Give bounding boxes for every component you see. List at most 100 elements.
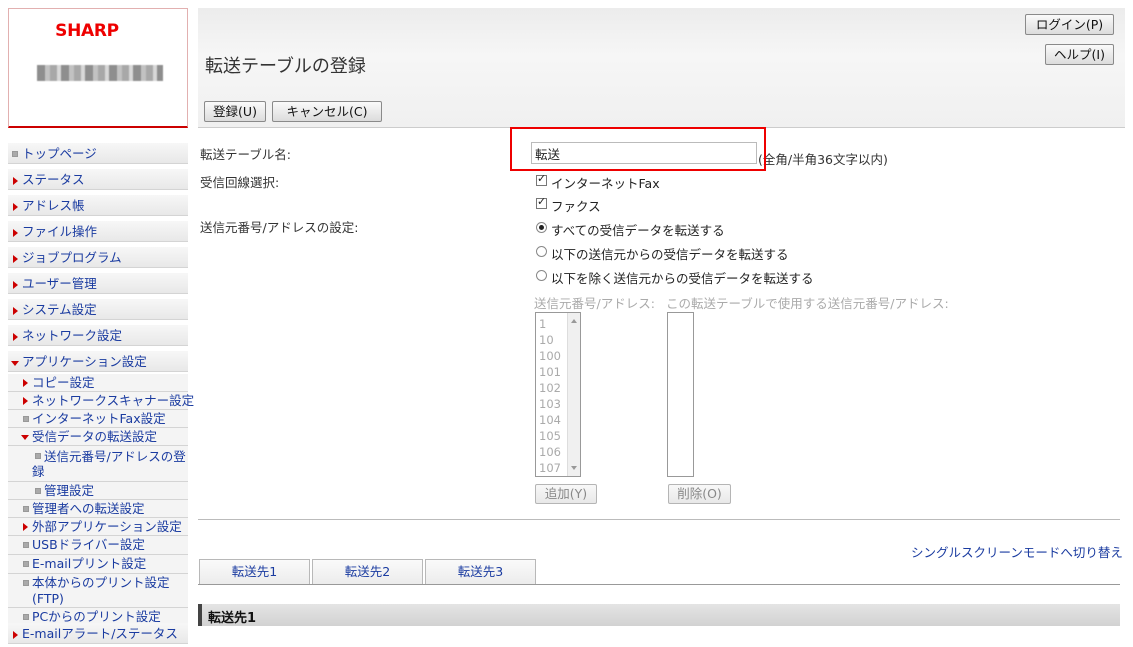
sidebar-item-copy-settings[interactable]: コピー設定 (8, 374, 188, 392)
internet-fax-checkbox[interactable] (536, 172, 547, 186)
tab-baseline (198, 584, 1120, 585)
sidebar-item-label: 管理者への転送設定 (32, 501, 145, 516)
sidebar-item-label: システム設定 (22, 302, 97, 317)
sidebar-item-email-print[interactable]: E-mailプリント設定 (8, 555, 188, 574)
forward-from-listed-radio[interactable] (536, 246, 547, 257)
cancel-button[interactable]: キャンセル(C) (272, 101, 382, 122)
sidebar-item-system-settings[interactable]: システム設定 (8, 299, 188, 320)
sidebar-item-network-scanner-settings[interactable]: ネットワークスキャナー設定 (8, 392, 194, 410)
sidebar-item-label: ファイル操作 (22, 224, 98, 239)
sidebar-item-internet-fax-settings[interactable]: インターネットFax設定 (8, 410, 188, 428)
line-select-label: 受信回線選択: (200, 175, 280, 190)
bullet-square-icon (23, 416, 29, 422)
sidebar-item-external-apps[interactable]: 外部アプリケーション設定 (8, 518, 188, 536)
sidebar-item-label: ネットワークスキャナー設定 (32, 393, 195, 408)
fax-checkbox[interactable] (536, 195, 547, 209)
sidebar-item-label: (FTP) (32, 591, 64, 606)
sidebar-item-label: USBドライバー設定 (32, 537, 145, 552)
forward-from-listed-label: 以下の送信元からの受信データを転送する (551, 247, 789, 262)
expand-arrow-icon (13, 281, 18, 289)
list-item[interactable]: 106 (539, 444, 561, 460)
list-item[interactable]: 105 (539, 428, 561, 444)
list-item[interactable]: 100 (539, 348, 561, 364)
register-button[interactable]: 登録(U) (204, 101, 266, 122)
sender-address-listbox[interactable]: 1 10 100 101 102 103 104 105 106 107 (535, 312, 581, 477)
bullet-square-icon (23, 542, 29, 548)
sidebar-item-inbound-routing-settings[interactable]: 受信データの転送設定 (8, 428, 188, 446)
sidebar-item-label: ネットワーク設定 (22, 328, 123, 343)
collapse-arrow-icon (11, 361, 19, 366)
delete-button[interactable]: 削除(O) (668, 484, 731, 504)
sidebar-item-application-settings[interactable]: アプリケーション設定 (8, 351, 188, 372)
list-item[interactable]: 104 (539, 412, 561, 428)
expand-arrow-icon (13, 333, 18, 341)
bullet-square-icon (23, 561, 29, 567)
add-button[interactable]: 追加(Y) (535, 484, 597, 504)
sidebar-item-admin-settings[interactable]: 管理設定 (8, 482, 188, 500)
sender-setting-label: 送信元番号/アドレスの設定: (200, 220, 359, 235)
login-button[interactable]: ログイン(P) (1025, 14, 1114, 35)
list-item[interactable]: 1 (539, 316, 546, 332)
bullet-square-icon (12, 151, 18, 157)
sidebar-item-label: ステータス (22, 172, 85, 187)
sidebar-item-label: 外部アプリケーション設定 (32, 519, 182, 534)
sidebar-item-label: E-mailプリント設定 (32, 556, 147, 571)
sidebar-item-usb-driver[interactable]: USBドライバー設定 (8, 536, 188, 555)
forward-except-listed-radio[interactable] (536, 270, 547, 281)
sidebar-item-job-programs[interactable]: ジョブプログラム (8, 247, 188, 268)
expand-arrow-icon (23, 379, 28, 387)
sidebar: SHARP トップページ ステータス アドレス帳 ファイル操作 ジョブプログラム… (8, 8, 194, 647)
forward-all-radio[interactable] (536, 222, 547, 233)
scroll-up-icon[interactable] (571, 319, 577, 323)
expand-arrow-icon (13, 631, 18, 639)
expand-arrow-icon (13, 177, 18, 185)
help-button[interactable]: ヘルプ(I) (1045, 44, 1114, 65)
listbox-scrollbar[interactable] (567, 313, 580, 476)
bullet-square-icon (23, 614, 29, 620)
sidebar-item-label: E-mailアラート/ステータス (22, 626, 178, 641)
collapse-arrow-icon (21, 435, 29, 440)
list-item[interactable]: 102 (539, 380, 561, 396)
list-item[interactable]: 10 (539, 332, 554, 348)
single-screen-mode-link[interactable]: シングルスクリーンモードへ切り替え (911, 542, 1123, 561)
list-item[interactable]: 107 (539, 460, 561, 476)
page-title: 転送テーブルの登録 (205, 56, 366, 77)
bullet-square-icon (35, 453, 41, 459)
section-header: 転送先1 (198, 604, 1120, 626)
bullet-square-icon (23, 580, 29, 586)
tab-destination-1[interactable]: 転送先1 (199, 559, 310, 584)
model-name-blurred (37, 65, 163, 81)
section-title: 転送先1 (208, 611, 257, 626)
sidebar-item-email-alert-status[interactable]: E-mailアラート/ステータス (8, 623, 188, 644)
scroll-down-icon[interactable] (571, 466, 577, 470)
sidebar-item-sender-registration[interactable]: 送信元番号/アドレスの登 録 (8, 446, 188, 482)
expand-arrow-icon (13, 229, 18, 237)
sidebar-item-top-page[interactable]: トップページ (8, 143, 188, 164)
tab-destination-3[interactable]: 転送先3 (425, 559, 536, 584)
divider (198, 519, 1120, 520)
sidebar-item-status[interactable]: ステータス (8, 169, 188, 190)
sender-list-label: 送信元番号/アドレス: (534, 296, 655, 311)
sidebar-item-label: PCからのプリント設定 (32, 609, 161, 624)
fax-option-label: ファクス (551, 199, 601, 214)
tab-destination-2[interactable]: 転送先2 (312, 559, 423, 584)
sidebar-item-forward-to-admin[interactable]: 管理者への転送設定 (8, 500, 188, 518)
table-name-label: 転送テーブル名: (200, 147, 291, 162)
sidebar-item-file-operations[interactable]: ファイル操作 (8, 221, 188, 242)
page: SHARP トップページ ステータス アドレス帳 ファイル操作 ジョブプログラム… (0, 0, 1133, 647)
sidebar-item-user-control[interactable]: ユーザー管理 (8, 273, 188, 294)
used-address-listbox[interactable] (667, 312, 694, 477)
sidebar-item-label: 管理設定 (44, 483, 95, 498)
used-list-label: この転送テーブルで使用する送信元番号/アドレス: (666, 296, 949, 311)
sidebar-item-network-settings[interactable]: ネットワーク設定 (8, 325, 188, 346)
list-item[interactable]: 101 (539, 364, 561, 380)
sidebar-item-address-book[interactable]: アドレス帳 (8, 195, 188, 216)
expand-arrow-icon (13, 255, 18, 263)
list-item[interactable]: 103 (539, 396, 561, 412)
sidebar-item-label: アドレス帳 (22, 198, 85, 213)
expand-arrow-icon (23, 397, 28, 405)
sidebar-item-label: アプリケーション設定 (22, 354, 147, 369)
sidebar-item-label: 本体からのプリント設定 (32, 575, 170, 590)
sidebar-item-ftp-print[interactable]: 本体からのプリント設定 (FTP) (8, 574, 188, 608)
expand-arrow-icon (13, 203, 18, 211)
